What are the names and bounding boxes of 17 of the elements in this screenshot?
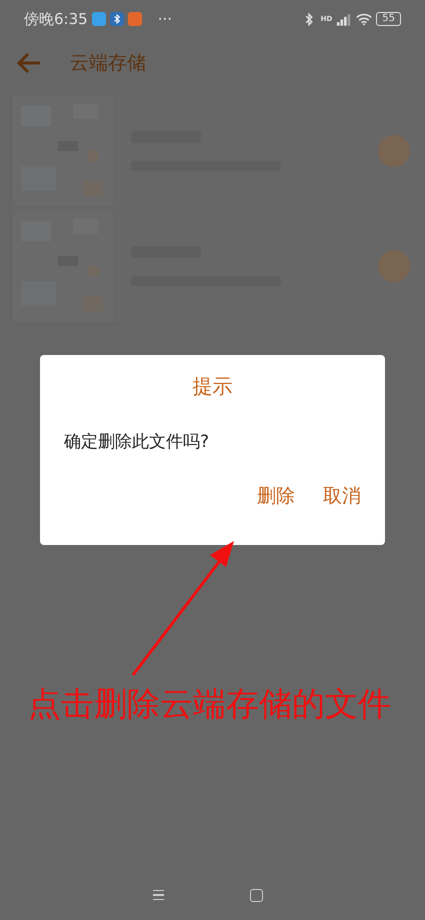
page-title: 云端存储 xyxy=(70,51,146,76)
dialog-message: 确定删除此文件吗? xyxy=(64,431,210,453)
cancel-button[interactable]: 取消 xyxy=(323,479,361,513)
delete-button[interactable]: 删除 xyxy=(257,479,295,513)
annotation-caption: 点击删除云端存储的文件 xyxy=(28,683,391,725)
chat-app-icon xyxy=(92,12,106,26)
dialog-title: 提示 xyxy=(192,373,232,400)
more-notifications: ··· xyxy=(158,10,172,28)
wifi-icon xyxy=(356,12,372,26)
back-arrow-icon[interactable] xyxy=(16,52,42,74)
home-icon[interactable] xyxy=(250,888,262,902)
bluetooth-app-icon xyxy=(110,12,124,26)
menu-icon[interactable] xyxy=(152,890,164,900)
shopping-app-icon xyxy=(128,12,142,26)
battery-level: 55 xyxy=(376,12,401,26)
status-time: 傍晚6:35 xyxy=(24,10,88,28)
signal-icon xyxy=(336,12,352,26)
